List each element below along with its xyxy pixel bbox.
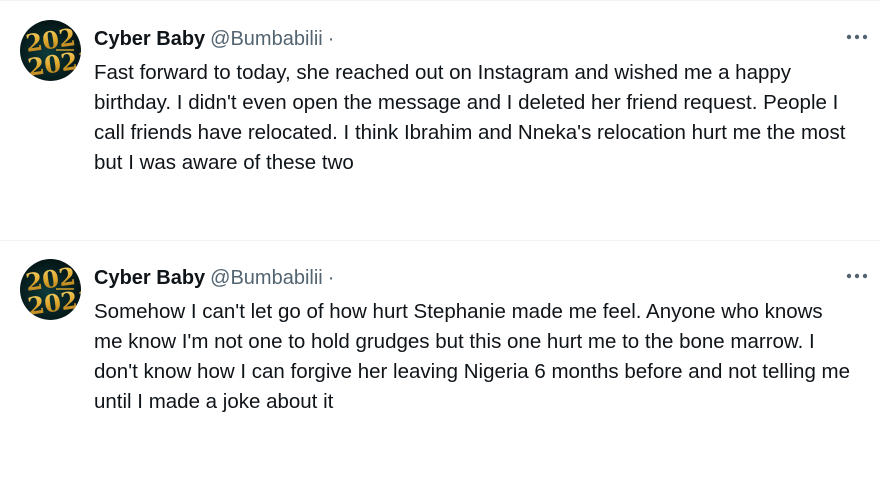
more-options-button[interactable]	[844, 24, 870, 50]
top-border	[0, 0, 880, 1]
tweet[interactable]: 2021 2021 Cyber Baby @Bumbabilii · Fast …	[0, 2, 880, 240]
tweet-header: Cyber Baby @Bumbabilii ·	[94, 265, 334, 291]
tweet-header: Cyber Baby @Bumbabilii ·	[94, 26, 334, 52]
tweet-text: Fast forward to today, she reached out o…	[94, 61, 846, 174]
avatar-image: 2021 2021	[24, 259, 81, 320]
user-handle[interactable]: @Bumbabilii	[210, 267, 323, 290]
display-name[interactable]: Cyber Baby	[94, 28, 205, 51]
avatar[interactable]: 2021 2021	[20, 259, 81, 320]
display-name[interactable]: Cyber Baby	[94, 267, 205, 290]
avatar-image: 2021 2021	[24, 20, 81, 81]
more-horizontal-icon	[846, 34, 868, 40]
more-horizontal-icon	[846, 273, 868, 279]
more-options-button[interactable]	[844, 263, 870, 289]
user-handle[interactable]: @Bumbabilii	[210, 28, 323, 51]
separator-dot: ·	[327, 266, 335, 289]
separator-dot: ·	[327, 27, 335, 50]
tweet-text: Somehow I can't let go of how hurt Steph…	[94, 300, 851, 413]
tweet[interactable]: 2021 2021 Cyber Baby @Bumbabilii · Someh…	[0, 241, 880, 478]
avatar[interactable]: 2021 2021	[20, 20, 81, 81]
